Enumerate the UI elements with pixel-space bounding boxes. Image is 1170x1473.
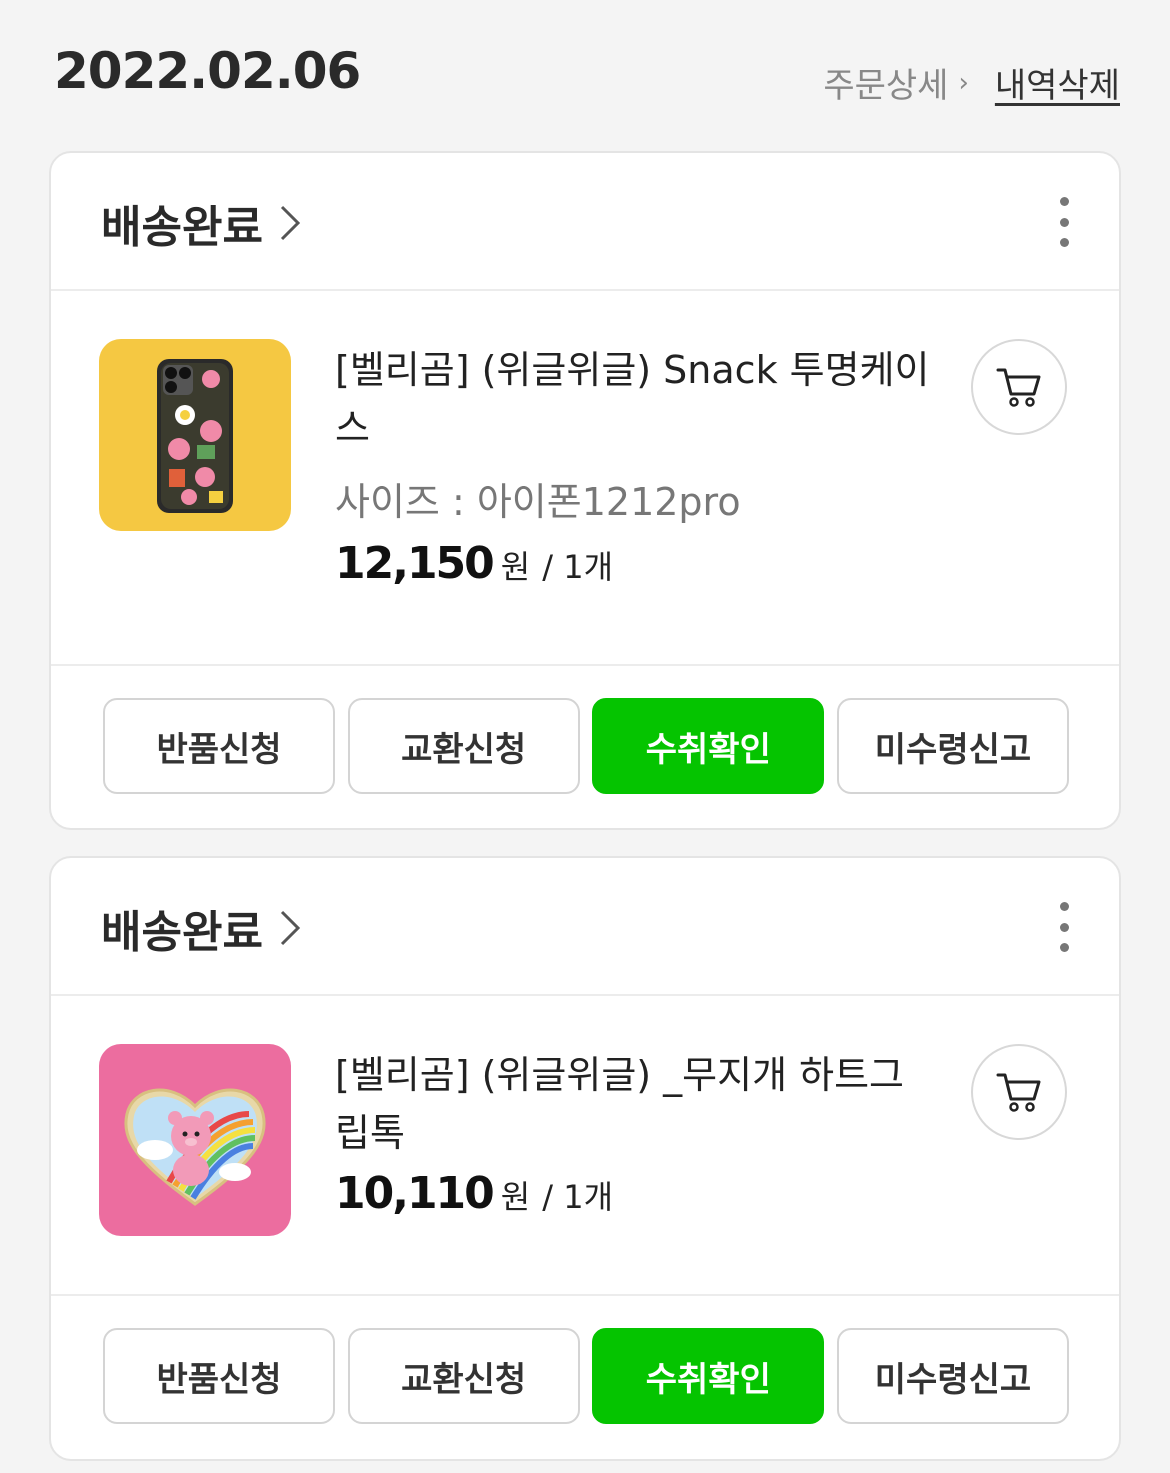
delivery-status: 배송완료 bbox=[101, 202, 263, 253]
product-thumbnail[interactable] bbox=[99, 339, 291, 531]
currency-unit: 원 bbox=[500, 548, 531, 586]
order-detail-link[interactable]: 주문상세 › bbox=[823, 58, 969, 107]
product-price: 10,110 bbox=[335, 1168, 495, 1219]
product-thumbnail[interactable] bbox=[99, 1044, 291, 1236]
confirm-receipt-button[interactable]: 수취확인 bbox=[592, 1328, 825, 1424]
exchange-request-button[interactable]: 교환신청 bbox=[347, 1328, 580, 1424]
order-date: 2022.02.06 bbox=[54, 42, 361, 100]
add-to-cart-button[interactable] bbox=[971, 339, 1067, 435]
chevron-right-icon: › bbox=[958, 67, 969, 98]
delivery-status-link[interactable]: 배송완료 bbox=[101, 191, 301, 255]
product-quantity: / 1개 bbox=[542, 1178, 614, 1216]
product-quantity: / 1개 bbox=[542, 548, 614, 586]
confirm-receipt-button[interactable]: 수취확인 bbox=[592, 698, 825, 794]
add-to-cart-button[interactable] bbox=[971, 1044, 1067, 1140]
price-row: 12,150 원 / 1개 bbox=[335, 538, 613, 589]
product-row: [벨리곰] (위글위글) _무지개 하트그립톡 10,110 원 / 1개 bbox=[51, 996, 1119, 1296]
report-not-received-button[interactable]: 미수령신고 bbox=[836, 698, 1069, 794]
card-header: 배송완료 bbox=[51, 858, 1119, 996]
exchange-request-button[interactable]: 교환신청 bbox=[347, 698, 580, 794]
order-header: 2022.02.06 주문상세 › 내역삭제 bbox=[0, 0, 1170, 150]
chevron-right-icon bbox=[280, 205, 301, 241]
cart-icon bbox=[996, 1073, 1041, 1112]
product-name[interactable]: [벨리곰] (위글위글) Snack 투명케이스 bbox=[335, 341, 935, 457]
chevron-right-icon bbox=[280, 910, 301, 946]
order-detail-label: 주문상세 bbox=[823, 66, 949, 106]
order-actions: 반품신청 교환신청 수취확인 미수령신고 bbox=[103, 1328, 1069, 1424]
delete-history-link[interactable]: 내역삭제 bbox=[995, 58, 1120, 107]
return-request-button[interactable]: 반품신청 bbox=[103, 698, 335, 794]
product-option: 사이즈 : 아이폰1212pro bbox=[335, 480, 741, 524]
more-options-icon[interactable] bbox=[1049, 902, 1079, 952]
report-not-received-button[interactable]: 미수령신고 bbox=[836, 1328, 1069, 1424]
product-row: [벨리곰] (위글위글) Snack 투명케이스 사이즈 : 아이폰1212pr… bbox=[51, 291, 1119, 666]
product-name[interactable]: [벨리곰] (위글위글) _무지개 하트그립톡 bbox=[335, 1046, 935, 1162]
order-actions: 반품신청 교환신청 수취확인 미수령신고 bbox=[103, 698, 1069, 794]
order-card: 배송완료 [벨리곰] (위글위글) _무지개 하트그립톡 10,110 원 / … bbox=[49, 856, 1121, 1461]
delivery-status: 배송완료 bbox=[101, 907, 263, 958]
order-card: 배송완료 [벨리곰] (위글위글) Snack 투명케이스 사이즈: 아이폰1… bbox=[49, 151, 1121, 830]
header-links: 주문상세 › 내역삭제 bbox=[823, 58, 1120, 107]
card-header: 배송완료 bbox=[51, 153, 1119, 291]
cart-icon bbox=[996, 368, 1041, 407]
return-request-button[interactable]: 반품신청 bbox=[103, 1328, 335, 1424]
currency-unit: 원 bbox=[500, 1178, 531, 1216]
delivery-status-link[interactable]: 배송완료 bbox=[101, 896, 301, 960]
price-row: 10,110 원 / 1개 bbox=[335, 1168, 613, 1219]
product-price: 12,150 bbox=[335, 538, 495, 589]
more-options-icon[interactable] bbox=[1049, 197, 1079, 247]
